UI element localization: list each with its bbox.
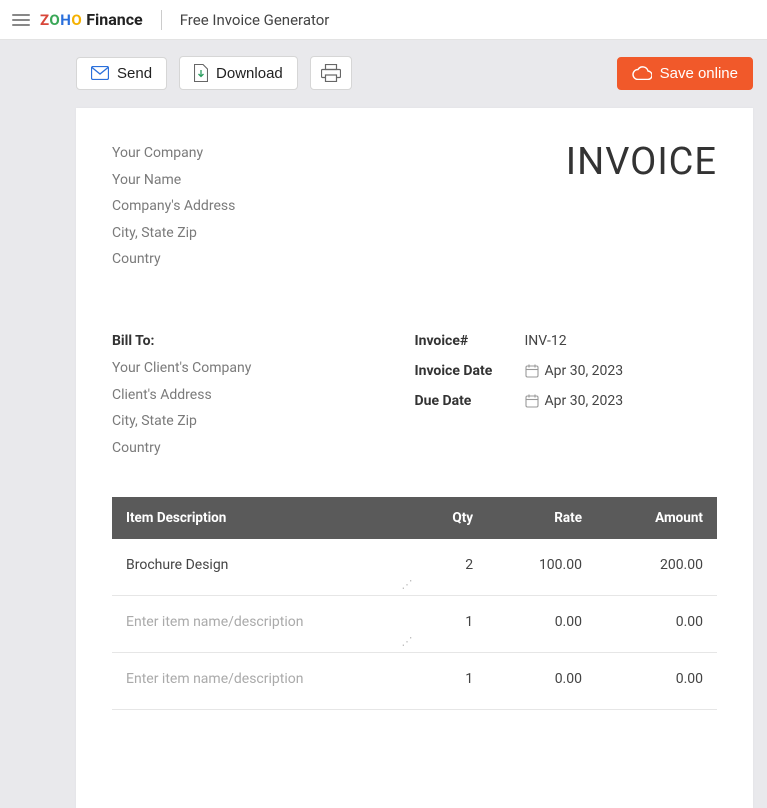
th-qty: Qty — [415, 497, 488, 539]
resize-handle-icon: ⋰ — [402, 635, 413, 648]
bill-line: City, State Zip — [112, 408, 415, 435]
bill-line: Your Client's Company — [112, 355, 415, 382]
download-button[interactable]: Download — [179, 56, 298, 90]
invoice-number-label: Invoice# — [415, 333, 525, 349]
bill-to-label: Bill To: — [112, 333, 415, 349]
item-amount-cell: 0.00 — [596, 596, 717, 653]
invoice-date-label: Invoice Date — [415, 363, 525, 379]
invoice-card: Your Company Your Name Company's Address… — [76, 108, 753, 808]
company-line: Your Company — [112, 140, 235, 167]
table-row: Enter item name/description10.000.00 — [112, 653, 717, 710]
items-tbody: Brochure Design⋰2100.00200.00Enter item … — [112, 539, 717, 710]
th-amount: Amount — [596, 497, 717, 539]
item-desc-cell[interactable]: Enter item name/description⋰ — [112, 596, 415, 653]
cloud-icon — [632, 66, 652, 80]
resize-handle-icon: ⋰ — [402, 578, 413, 591]
send-label: Send — [117, 65, 152, 82]
save-label: Save online — [660, 65, 738, 82]
item-qty-cell[interactable]: 2 — [415, 539, 488, 596]
download-icon — [194, 64, 208, 82]
invoice-number-value[interactable]: INV-12 — [525, 333, 567, 349]
company-line: Country — [112, 246, 235, 273]
item-qty-cell[interactable]: 1 — [415, 653, 488, 710]
download-label: Download — [216, 65, 283, 82]
invoice-meta: Invoice# INV-12 Invoice Date Apr 30, 202… — [415, 333, 718, 461]
brand: ZOHO Finance — [40, 10, 143, 29]
item-rate-cell[interactable]: 0.00 — [487, 596, 596, 653]
print-button[interactable] — [310, 56, 352, 90]
bill-to-block[interactable]: Bill To: Your Client's Company Client's … — [112, 333, 415, 461]
company-block[interactable]: Your Company Your Name Company's Address… — [112, 140, 235, 273]
table-row: Brochure Design⋰2100.00200.00 — [112, 539, 717, 596]
calendar-icon — [525, 364, 539, 378]
th-description: Item Description — [112, 497, 415, 539]
brand-finance: Finance — [86, 10, 143, 29]
items-table: Item Description Qty Rate Amount Brochur… — [112, 497, 717, 710]
toolbar: Send Download Save online — [76, 56, 753, 90]
company-line: Company's Address — [112, 193, 235, 220]
bill-line: Country — [112, 435, 415, 462]
bill-line: Client's Address — [112, 382, 415, 409]
print-icon — [321, 64, 341, 82]
mail-icon — [91, 66, 109, 80]
item-amount-cell: 200.00 — [596, 539, 717, 596]
page-subtitle: Free Invoice Generator — [180, 11, 330, 29]
item-desc-cell[interactable]: Enter item name/description — [112, 653, 415, 710]
item-rate-cell[interactable]: 100.00 — [487, 539, 596, 596]
th-rate: Rate — [487, 497, 596, 539]
item-rate-cell[interactable]: 0.00 — [487, 653, 596, 710]
item-qty-cell[interactable]: 1 — [415, 596, 488, 653]
due-date-value[interactable]: Apr 30, 2023 — [525, 393, 624, 409]
topbar: ZOHO Finance Free Invoice Generator — [0, 0, 767, 40]
item-amount-cell: 0.00 — [596, 653, 717, 710]
calendar-icon — [525, 394, 539, 408]
table-row: Enter item name/description⋰10.000.00 — [112, 596, 717, 653]
company-line: Your Name — [112, 167, 235, 194]
company-line: City, State Zip — [112, 220, 235, 247]
divider — [161, 10, 162, 30]
menu-icon[interactable] — [12, 14, 30, 26]
send-button[interactable]: Send — [76, 57, 167, 90]
save-online-button[interactable]: Save online — [617, 57, 753, 90]
item-desc-cell[interactable]: Brochure Design⋰ — [112, 539, 415, 596]
invoice-title: INVOICE — [566, 140, 717, 184]
invoice-date-value[interactable]: Apr 30, 2023 — [525, 363, 624, 379]
due-date-label: Due Date — [415, 393, 525, 409]
